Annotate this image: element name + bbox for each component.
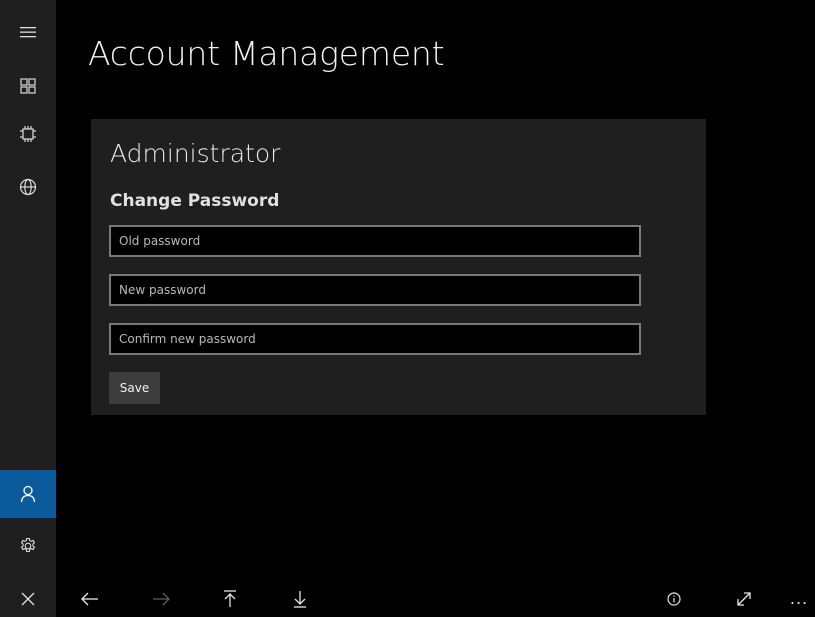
account-nav-button[interactable] (0, 470, 56, 518)
expand-icon (737, 591, 751, 606)
new-password-field[interactable] (109, 274, 641, 306)
expand-button[interactable] (726, 580, 762, 617)
save-button[interactable]: Save (109, 372, 160, 404)
scroll-bottom-button[interactable] (282, 580, 318, 617)
back-button[interactable] (72, 580, 108, 617)
sidebar-nav (0, 0, 56, 617)
page-title: Account Management (88, 34, 445, 73)
close-icon (21, 592, 35, 605)
info-button[interactable] (656, 580, 692, 617)
scroll-top-button[interactable] (212, 580, 248, 617)
change-password-heading: Change Password (110, 191, 280, 211)
arrow-right-icon (153, 592, 170, 605)
more-button[interactable]: ... (781, 580, 815, 617)
chip-icon (20, 126, 36, 142)
forward-button[interactable] (143, 580, 179, 617)
apps-nav-button[interactable] (0, 62, 56, 110)
person-icon (20, 485, 36, 503)
arrow-down-to-bottom-icon (294, 590, 306, 608)
device-nav-button[interactable] (0, 110, 56, 158)
network-nav-button[interactable] (0, 163, 56, 211)
arrow-left-icon (81, 592, 98, 605)
apps-grid-icon (20, 78, 36, 94)
arrow-up-to-top-icon (224, 589, 236, 607)
hamburger-icon (20, 27, 36, 38)
account-panel: Administrator Change Password Save (91, 119, 706, 415)
settings-nav-button[interactable] (0, 522, 56, 570)
old-password-field[interactable] (109, 225, 641, 257)
menu-button[interactable] (0, 8, 56, 56)
globe-icon (19, 178, 37, 196)
info-icon (667, 591, 681, 606)
account-heading: Administrator (110, 139, 281, 168)
app-bar: ... (56, 580, 815, 617)
close-nav-button[interactable] (0, 580, 56, 617)
confirm-password-field[interactable] (109, 323, 641, 355)
gear-icon (20, 537, 36, 553)
